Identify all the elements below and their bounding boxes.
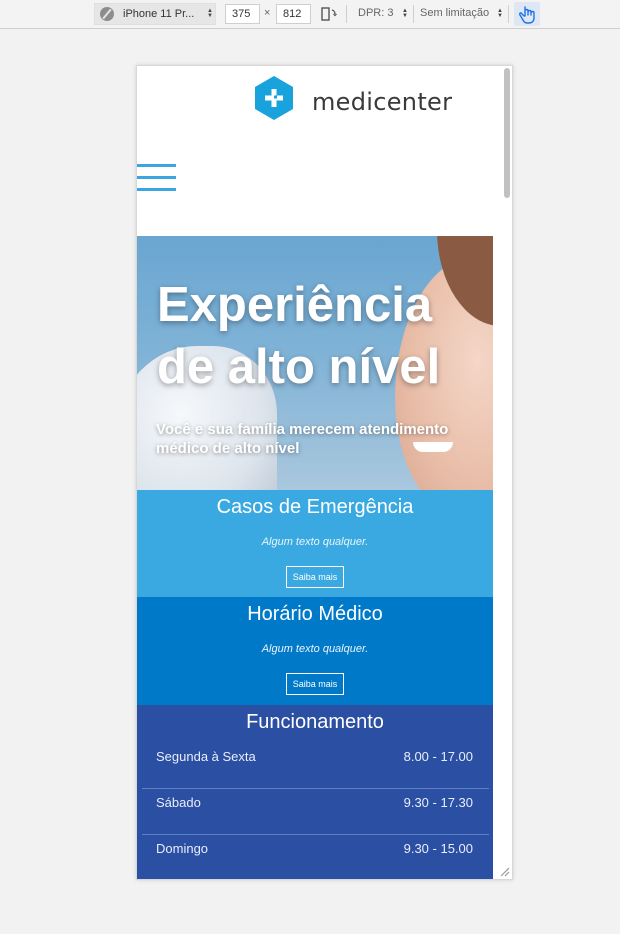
devtools-device-toolbar: iPhone 11 Pr... 375 × 812 DPR: 3 Sem lim… <box>0 0 620 29</box>
hero-subtitle: Você e sua família merecem atendimento m… <box>156 421 449 457</box>
dpr-select[interactable]: DPR: 3 <box>358 7 393 19</box>
dimension-separator: × <box>264 7 271 19</box>
opening-hours-section: Funcionamento Segunda à Sexta 8.00 - 17.… <box>137 705 493 879</box>
device-name: iPhone 11 Pr... <box>123 8 195 20</box>
hours-row: Segunda à Sexta 8.00 - 17.00 <box>142 743 489 789</box>
emergency-more-button[interactable]: Saiba mais <box>285 566 345 588</box>
device-icon <box>100 7 114 21</box>
device-viewport: medicenter Experiência de alto nível Voc… <box>136 65 513 880</box>
resize-handle-icon[interactable] <box>498 865 510 877</box>
rotate-icon[interactable] <box>321 6 337 22</box>
opening-hours-title: Funcionamento <box>246 711 384 733</box>
hours-row: Sábado 9.30 - 17.30 <box>142 789 489 835</box>
chevron-updown-icon <box>402 9 408 19</box>
site-logo[interactable]: medicenter <box>255 76 455 120</box>
height-input[interactable]: 812 <box>276 4 311 24</box>
hours-day: Sábado <box>156 795 201 810</box>
toolbar-divider <box>346 5 347 23</box>
hero-title: Experiência de alto nível <box>157 278 441 394</box>
hours-time: 9.30 - 17.30 <box>403 795 473 810</box>
hamburger-line-icon <box>137 164 176 167</box>
page-scrollbar[interactable] <box>504 68 510 198</box>
schedule-title: Horário Médico <box>247 603 383 625</box>
touch-toggle[interactable] <box>514 2 540 26</box>
schedule-text: Algum texto qualquer. <box>261 643 369 655</box>
throttle-select[interactable]: Sem limitação <box>420 7 489 19</box>
hours-day: Segunda à Sexta <box>156 749 256 764</box>
medical-cross-icon <box>255 76 293 120</box>
hours-day: Domingo <box>156 841 209 856</box>
opening-hours-list: Segunda à Sexta 8.00 - 17.00 Sábado 9.30… <box>142 743 489 879</box>
hours-time: 9.30 - 15.00 <box>403 841 473 856</box>
schedule-more-button[interactable]: Saiba mais <box>285 673 345 695</box>
chevron-updown-icon <box>497 9 503 19</box>
hours-row: Domingo 9.30 - 15.00 <box>142 835 489 879</box>
schedule-section: Horário Médico Algum texto qualquer. Sai… <box>137 597 493 705</box>
brand-name: medicenter <box>312 88 453 116</box>
toolbar-divider <box>413 5 414 23</box>
hamburger-line-icon <box>137 188 176 191</box>
emergency-title: Casos de Emergência <box>216 496 414 518</box>
width-input[interactable]: 375 <box>225 4 260 24</box>
emergency-text: Algum texto qualquer. <box>261 536 369 548</box>
chevron-updown-icon <box>207 9 213 19</box>
emergency-section: Casos de Emergência Algum texto qualquer… <box>137 490 493 597</box>
hamburger-line-icon <box>137 176 176 179</box>
hero-banner: Experiência de alto nível Você e sua fam… <box>137 236 493 490</box>
toolbar-divider <box>508 5 509 23</box>
hand-pointer-icon <box>519 6 535 24</box>
menu-button[interactable] <box>137 164 177 196</box>
device-select[interactable]: iPhone 11 Pr... <box>94 3 216 25</box>
hours-time: 8.00 - 17.00 <box>403 749 473 764</box>
